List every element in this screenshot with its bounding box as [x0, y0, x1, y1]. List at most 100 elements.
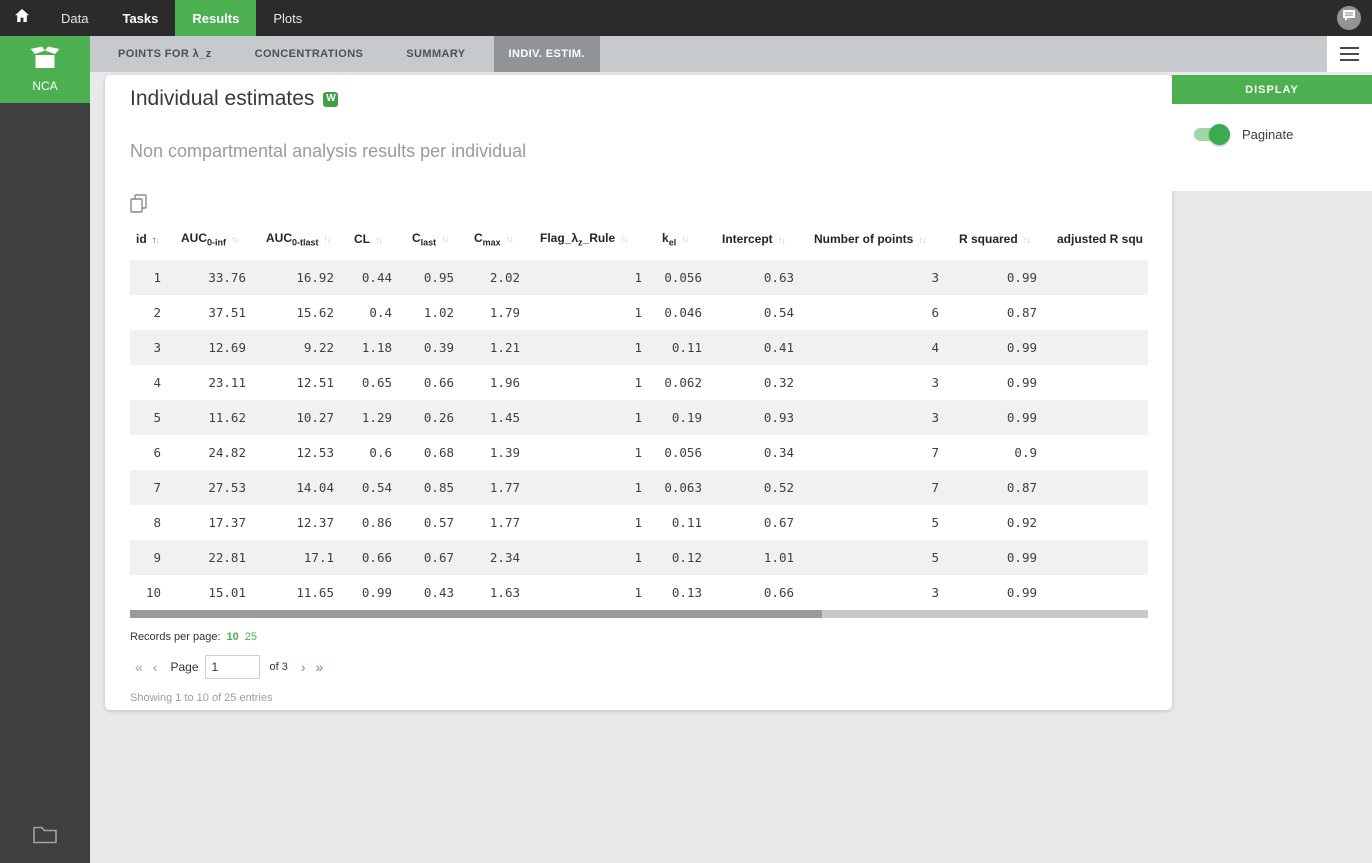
table-cell: 1.79 — [489, 305, 520, 320]
table-cell: 37.51 — [208, 305, 246, 320]
records-per-page-option-25[interactable]: 25 — [245, 631, 257, 643]
tab-concentrations[interactable]: CONCENTRATIONS — [240, 36, 379, 72]
sort-icon[interactable]: ↑↓ — [506, 234, 514, 244]
table-cell: 2.34 — [489, 550, 520, 565]
table-cell: 3 — [153, 340, 161, 355]
menu-button[interactable] — [1327, 36, 1372, 72]
table-cell: 9 — [153, 550, 161, 565]
sort-icon[interactable]: ↑↓ — [1023, 235, 1031, 245]
table-cell: 1.01 — [763, 550, 794, 565]
column-header-auc[interactable]: AUC0-tlast ↑↓ — [260, 224, 348, 260]
tab-summary[interactable]: SUMMARY — [391, 36, 480, 72]
table-cell: 0.57 — [423, 515, 454, 530]
home-button[interactable] — [0, 0, 44, 36]
column-header-intercept[interactable]: Intercept ↑↓ — [716, 224, 808, 260]
column-header-c[interactable]: Cmax ↑↓ — [468, 224, 534, 260]
display-panel-header: DISPLAY — [1172, 75, 1372, 104]
nav-item-plots[interactable]: Plots — [256, 0, 319, 36]
table-cell: 0.4 — [369, 305, 392, 320]
toggle-knob — [1209, 124, 1230, 145]
horizontal-scrollbar[interactable] — [130, 610, 1148, 618]
table-cell: 10 — [145, 585, 161, 600]
column-header-cl[interactable]: CL ↑↓ — [348, 224, 406, 260]
sort-icon[interactable]: ↑↓ — [375, 235, 383, 245]
column-header-rsquared[interactable]: R squared ↑↓ — [953, 224, 1051, 260]
feedback-button[interactable] — [1337, 6, 1361, 30]
page-subtitle: Non compartmental analysis results per i… — [130, 141, 527, 161]
nav-item-data[interactable]: Data — [44, 0, 105, 36]
nav-item-tasks[interactable]: Tasks — [105, 0, 175, 36]
project-folder-button[interactable] — [0, 823, 90, 849]
table-cell: 1.21 — [489, 340, 520, 355]
table-row: 3 12.69 9.22 1.18 0.39 1.21 1 0.11 0.41 4 0.99 — [130, 330, 1148, 365]
table-cell: 17.1 — [303, 550, 334, 565]
table-cell: 4 — [153, 375, 161, 390]
table-cell — [1051, 435, 1148, 470]
sidebar-item-nca[interactable]: NCA — [0, 36, 90, 103]
table-cell: 0.95 — [423, 270, 454, 285]
scrollbar-thumb[interactable] — [130, 610, 823, 618]
column-header-auc[interactable]: AUC0-inf ↑↓ — [175, 224, 260, 260]
paginate-toggle[interactable] — [1194, 124, 1230, 145]
first-page-button[interactable]: « — [130, 659, 148, 675]
results-tab-bar: POINTS FOR λ_z CONCENTRATIONS SUMMARY IN… — [90, 36, 1372, 72]
table-cell: 12.69 — [208, 340, 246, 355]
table-cell: 0.12 — [671, 550, 702, 565]
folder-icon — [32, 823, 58, 849]
table-cell: 0.99 — [1006, 410, 1037, 425]
table-cell: 0.54 — [763, 305, 794, 320]
table-cell: 0.32 — [763, 375, 794, 390]
table-row: 1 33.76 16.92 0.44 0.95 2.02 1 0.056 0.63 3 0.99 — [130, 260, 1148, 295]
column-header-numberofpoints[interactable]: Number of points ↑↓ — [808, 224, 953, 260]
table-cell: 0.11 — [671, 340, 702, 355]
prev-page-button[interactable]: ‹ — [148, 659, 163, 675]
table-cell: 1.18 — [361, 340, 392, 355]
copy-table-button[interactable] — [130, 194, 147, 218]
column-header-k[interactable]: kel ↑↓ — [656, 224, 716, 260]
table-cell: 0.93 — [763, 410, 794, 425]
table-row: 2 37.51 15.62 0.4 1.02 1.79 1 0.046 0.54 6 0.87 — [130, 295, 1148, 330]
sort-icon[interactable]: ↑↓ — [778, 235, 786, 245]
page-total-label: of 3 — [269, 661, 288, 673]
table-cell: 33.76 — [208, 270, 246, 285]
table-cell: 24.82 — [208, 445, 246, 460]
column-header-flag[interactable]: Flag_λz_Rule ↑↓ — [534, 224, 656, 260]
sort-icon[interactable]: ↑↓ — [620, 234, 628, 244]
sort-icon[interactable]: ↑↓ — [324, 234, 332, 244]
table-cell: 22.81 — [208, 550, 246, 565]
page-number-input[interactable] — [204, 655, 260, 679]
table-cell: 5 — [153, 410, 161, 425]
column-header-adjustedrsqu[interactable]: adjusted R squ↑↓ — [1051, 224, 1148, 260]
table-cell — [1051, 365, 1148, 400]
table-cell: 0.99 — [1006, 340, 1037, 355]
sort-icon[interactable]: ↑↓ — [152, 235, 160, 246]
table-cell: 5 — [931, 550, 939, 565]
table-row: 6 24.82 12.53 0.6 0.68 1.39 1 0.056 0.34 7 0.9 — [130, 435, 1148, 470]
table-cell: 16.92 — [296, 270, 334, 285]
sort-icon[interactable]: ↑↓ — [918, 235, 926, 245]
tab-points-for-lambda-z[interactable]: POINTS FOR λ_z — [103, 36, 227, 72]
results-table-wrap: id ↑↓ AUC0-inf ↑↓ AUC0-tlast ↑↓ CL ↑↓ Clast ↑↓ Cma… — [130, 224, 1148, 610]
tab-indiv-estim[interactable]: INDIV. ESTIM. — [493, 36, 600, 72]
column-header-id[interactable]: id ↑↓ — [130, 224, 175, 260]
table-cell: 0.062 — [664, 375, 702, 390]
export-word-icon[interactable]: W — [323, 91, 339, 107]
table-cell: 7 — [931, 445, 939, 460]
table-row: 4 23.11 12.51 0.65 0.66 1.96 1 0.062 0.32 3 0.99 — [130, 365, 1148, 400]
table-cell: 0.92 — [1006, 515, 1037, 530]
last-page-button[interactable]: » — [311, 659, 329, 675]
column-header-c[interactable]: Clast ↑↓ — [406, 224, 468, 260]
nav-item-results[interactable]: Results — [175, 0, 257, 36]
sort-icon[interactable]: ↑↓ — [441, 234, 449, 244]
sort-icon[interactable]: ↑↓ — [681, 234, 689, 244]
table-cell: 1 — [634, 550, 642, 565]
next-page-button[interactable]: › — [296, 659, 311, 675]
table-cell: 0.63 — [763, 270, 794, 285]
table-cell: 1 — [153, 270, 161, 285]
records-per-page-option-10[interactable]: 10 — [227, 631, 239, 643]
table-cell: 0.13 — [671, 585, 702, 600]
table-cell: 1 — [634, 375, 642, 390]
table-row: 9 22.81 17.1 0.66 0.67 2.34 1 0.12 1.01 5 0.99 — [130, 540, 1148, 575]
table-cell: 14.04 — [296, 480, 334, 495]
sort-icon[interactable]: ↑↓ — [231, 234, 239, 244]
